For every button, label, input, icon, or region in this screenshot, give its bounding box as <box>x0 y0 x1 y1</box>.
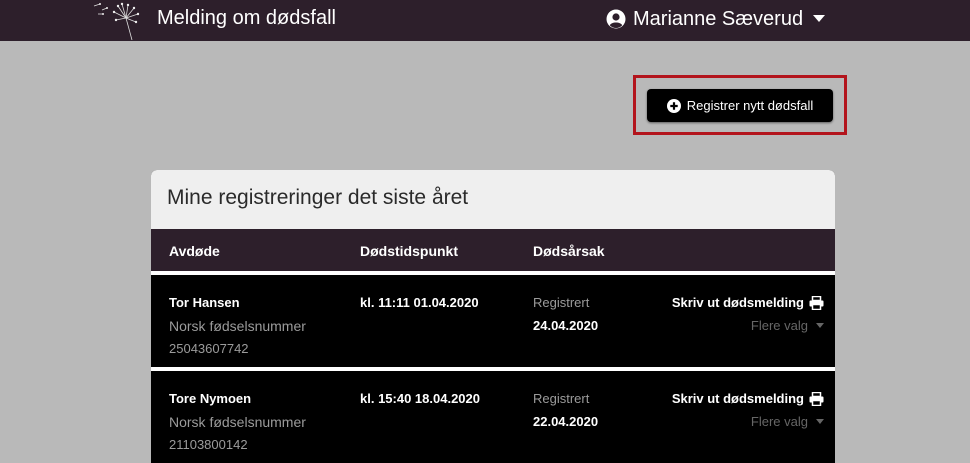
printer-icon <box>809 391 824 406</box>
status-date: 24.04.2020 <box>533 318 599 333</box>
id-type: Norsk fødselsnummer <box>169 318 306 334</box>
status-label: Registrert <box>533 295 590 310</box>
caret-down-icon <box>813 15 826 22</box>
dandelion-logo-icon <box>93 2 140 40</box>
print-label: Skriv ut dødsmelding <box>671 295 804 310</box>
print-death-notice-link[interactable]: Skriv ut dødsmelding <box>672 391 824 406</box>
app-title: Melding om dødsfall <box>157 7 336 29</box>
column-header-time-of-death: Dødstidspunkt <box>360 243 458 259</box>
card-title: Mine registreringer det siste året <box>151 170 835 229</box>
id-number: 21103800142 <box>169 437 248 452</box>
registrations-card: Mine registreringer det siste året Avdød… <box>151 170 835 463</box>
user-circle-icon <box>606 9 626 29</box>
more-options-dropdown[interactable]: Flere valg <box>751 414 824 429</box>
caret-down-icon <box>816 323 824 328</box>
table-header: Avdøde Dødstidspunkt Dødsårsak <box>151 229 835 271</box>
column-header-cause-of-death: Dødsårsak <box>533 243 605 259</box>
status-date: 22.04.2020 <box>533 414 599 429</box>
table-row: Tor Hansen Norsk fødselsnummer 250436077… <box>151 275 835 367</box>
table-row: Tore Nymoen Norsk fødselsnummer 21103800… <box>151 371 835 463</box>
time-of-death: kl. 15:40 18.04.2020 <box>360 391 480 406</box>
plus-circle-icon <box>666 98 681 113</box>
deceased-name: Tore Nymoen <box>169 391 252 406</box>
id-type: Norsk fødselsnummer <box>169 414 306 430</box>
user-name: Marianne Sæverud <box>633 7 804 30</box>
status-label: Registrert <box>533 391 590 406</box>
id-number: 25043607742 <box>169 341 249 356</box>
register-button-label: Registrer nytt dødsfall <box>686 98 814 113</box>
print-death-notice-link[interactable]: Skriv ut dødsmelding <box>672 295 824 310</box>
column-header-deceased: Avdøde <box>169 243 220 259</box>
printer-icon <box>809 295 824 310</box>
print-label: Skriv ut dødsmelding <box>671 391 804 406</box>
caret-down-icon <box>816 419 824 424</box>
register-new-death-button[interactable]: Registrer nytt dødsfall <box>647 89 833 122</box>
user-menu[interactable]: Marianne Sæverud <box>606 6 826 32</box>
more-options-label: Flere valg <box>750 318 808 333</box>
top-bar: Melding om dødsfall Marianne Sæverud <box>0 0 970 41</box>
time-of-death: kl. 11:11 01.04.2020 <box>360 295 479 310</box>
more-options-label: Flere valg <box>750 414 808 429</box>
deceased-name: Tor Hansen <box>169 295 240 310</box>
more-options-dropdown[interactable]: Flere valg <box>751 318 824 333</box>
